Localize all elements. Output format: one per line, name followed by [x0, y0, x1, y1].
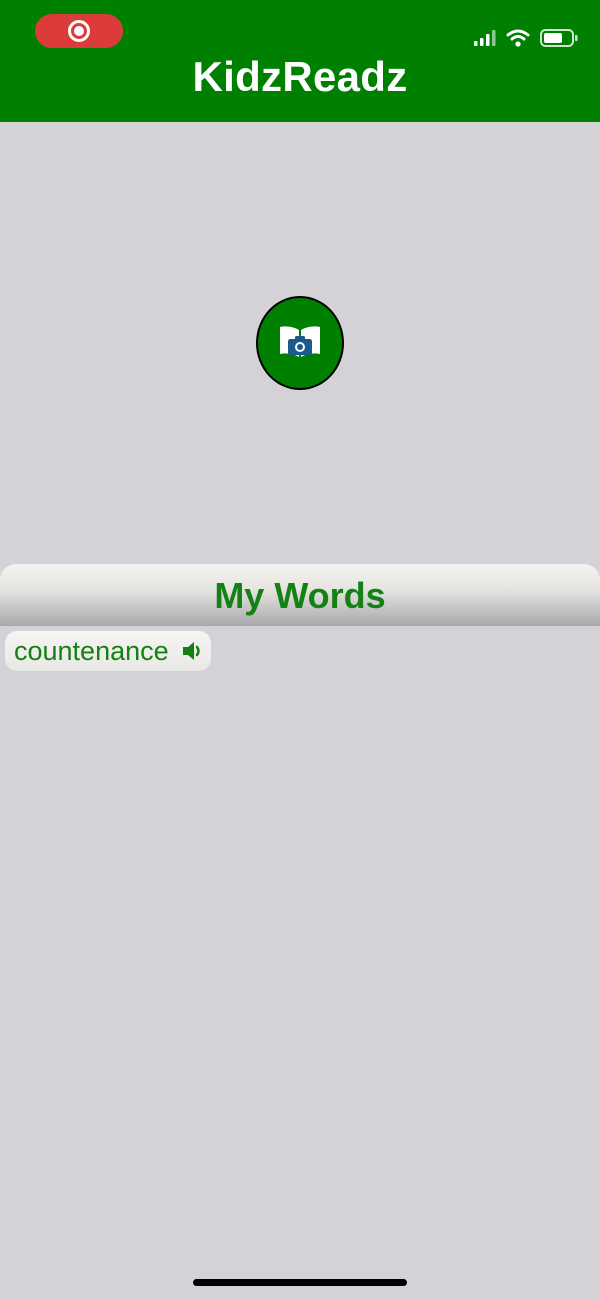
home-indicator [193, 1279, 407, 1286]
app-title: KidzReadz [192, 53, 408, 100]
signal-icon [474, 30, 496, 46]
screen-recording-indicator[interactable] [35, 14, 123, 48]
my-words-title: My Words [214, 575, 386, 616]
my-words-header: My Words [0, 564, 600, 626]
speaker-icon[interactable] [181, 640, 205, 662]
battery-icon [540, 29, 578, 47]
scan-book-button[interactable] [256, 296, 344, 390]
screen-record-icon [68, 20, 90, 42]
app-header: KidzReadz [0, 0, 600, 122]
book-camera-icon [280, 326, 320, 357]
word-list-item[interactable]: countenance [5, 631, 211, 671]
wifi-icon [506, 29, 530, 47]
status-bar-icons [474, 24, 578, 52]
word-label: countenance [14, 636, 169, 666]
